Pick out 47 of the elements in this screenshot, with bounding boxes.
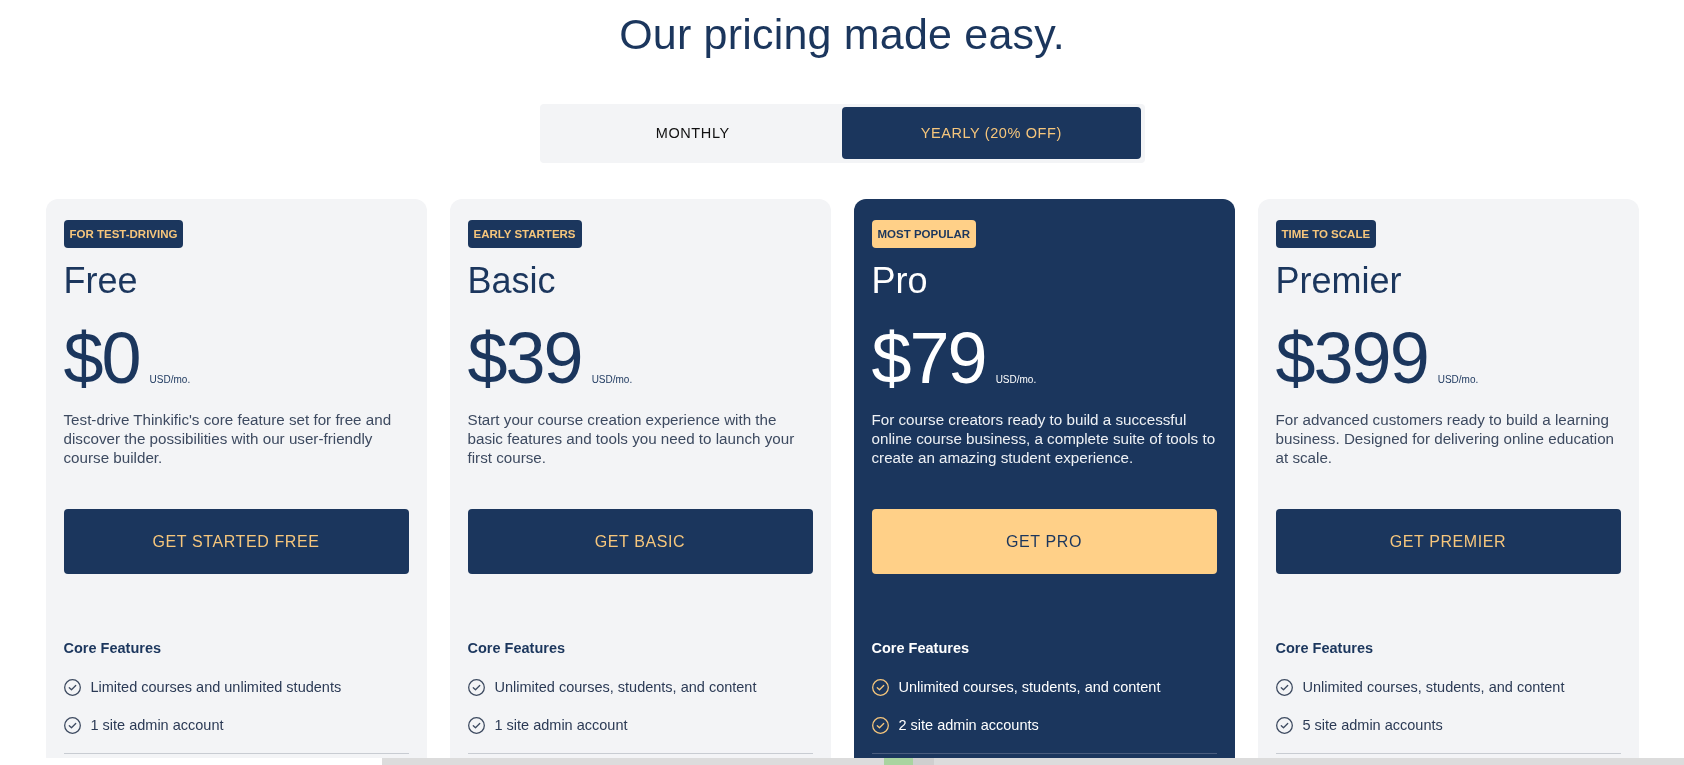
feature-text: Limited courses and unlimited students [90,678,342,697]
plan-cta-button[interactable]: GET BASIC [467,509,813,574]
plan-name: Free [63,259,139,302]
plan-cta-button[interactable]: GET STARTED FREE [63,509,409,574]
plan-price: $0 [63,322,140,394]
price-unit: USD/mo. [591,374,633,385]
feature-text: 2 site admin accounts [898,716,1039,735]
plan-description: For course creators ready to build a successful online course business, a complete suite of tools to create an amazing student experience. [871,410,1217,467]
check-circle-icon [871,716,889,734]
plan-badge: MOST POPULAR [871,220,977,248]
features-heading: Core Features [467,639,566,657]
features-heading: Core Features [63,639,162,657]
plan-description: Start your course creation experience with the basic features and tools you need to launch your first course. [467,410,796,467]
check-circle-icon [63,716,81,734]
price-unit: USD/mo. [149,374,191,385]
price-unit: USD/mo. [995,374,1037,385]
check-circle-icon [871,678,889,696]
features-heading: Core Features [871,639,970,657]
plan-description: Test-drive Thinkific's core feature set for free and discover the possibilities with our user-friendly course builder. [63,410,393,467]
feature-text: 5 site admin accounts [1302,716,1443,735]
price-unit: USD/mo. [1437,374,1479,385]
feature-text: Unlimited courses, students, and content [1302,678,1565,697]
plan-description: For advanced customers ready to build a learning business. Designed for delivering online education at scale. [1275,410,1616,467]
plan-name: Basic [467,259,557,302]
plan-price: $399 [1275,322,1428,394]
check-circle-icon [467,678,485,696]
plan-name: Premier [1275,259,1403,302]
plan-badge: EARLY STARTERS [467,220,582,248]
plan-cta-button[interactable]: GET PREMIER [1275,509,1621,574]
check-circle-icon [467,716,485,734]
page-title: Our pricing made easy. [618,9,1066,60]
feature-text: 1 site admin account [494,716,628,735]
plan-cta-button[interactable]: GET PRO [871,509,1217,574]
check-circle-icon [1275,678,1293,696]
feature-text: Unlimited courses, students, and content [494,678,757,697]
plan-badge: FOR TEST-DRIVING [63,220,184,248]
billing-option-tab[interactable]: YEARLY (20% OFF) [842,107,1141,159]
plan-name: Pro [871,259,929,302]
feature-text: 1 site admin account [90,716,224,735]
check-circle-icon [1275,716,1293,734]
plan-price: $79 [871,322,986,394]
features-heading: Core Features [1275,639,1374,657]
check-circle-icon [63,678,81,696]
feature-text: Unlimited courses, students, and content [898,678,1161,697]
plan-price: $39 [467,322,582,394]
plan-badge: TIME TO SCALE [1275,220,1377,248]
billing-option-tab[interactable]: MONTHLY [543,107,842,159]
